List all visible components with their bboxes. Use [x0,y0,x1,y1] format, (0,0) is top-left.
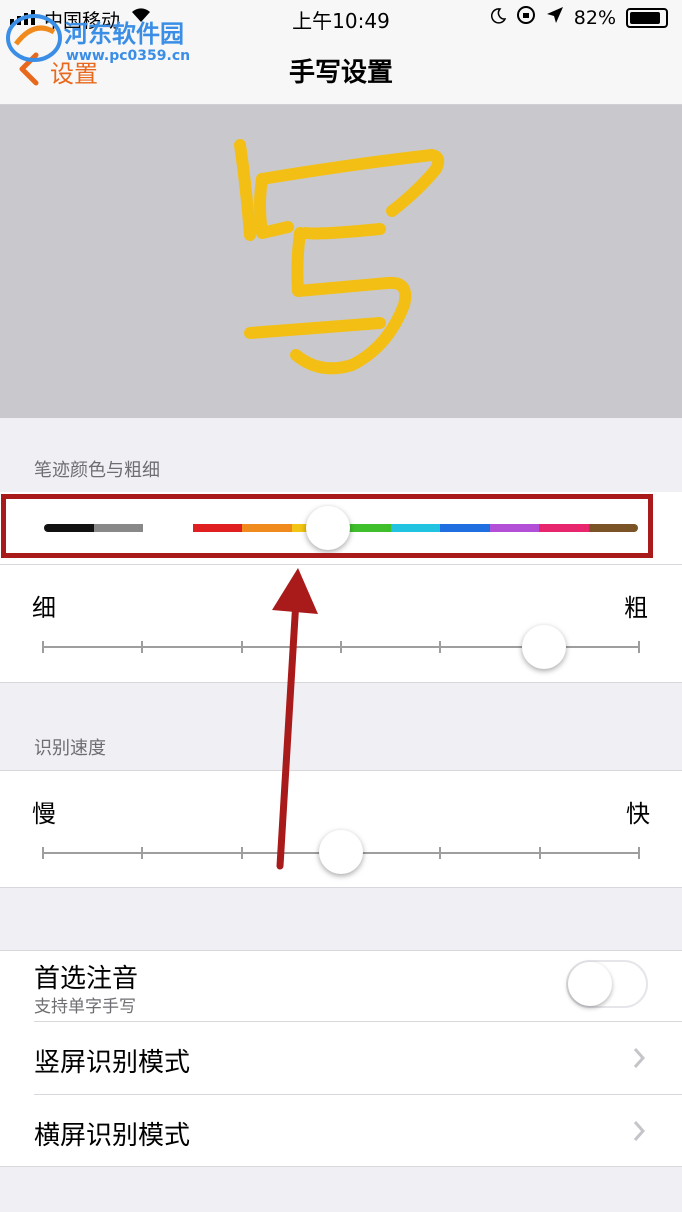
handwriting-preview [0,105,682,418]
thick-label: 粗 [624,594,648,622]
slider-tick [141,641,144,653]
annotation-highlight-box [1,494,653,558]
handwritten-character [234,139,445,375]
row-landscape-mode-title: 横屏识别模式 [34,1121,191,1151]
rotation-lock-icon [516,5,536,30]
watermark-url: www.pc0359.cn [66,48,191,64]
slider-tick [42,641,44,653]
slow-label: 慢 [32,800,56,828]
location-icon [546,6,564,29]
moon-icon [490,7,507,29]
speed-slider-knob[interactable] [319,830,363,874]
slider-tick [240,847,243,859]
thin-label: 细 [32,594,56,622]
stroke-section-header: 笔迹颜色与粗细 [34,460,160,481]
divider [0,682,682,683]
divider [0,950,682,951]
slider-tick [638,847,640,859]
slider-tick [439,641,442,653]
watermark-emblem-icon [6,14,62,62]
fast-label: 快 [626,800,650,828]
thickness-slider-knob[interactable] [521,625,566,669]
slider-tick [240,641,243,653]
row-portrait-mode-title: 竖屏识别模式 [34,1048,191,1078]
slider-tick [538,847,541,859]
row-portrait-mode[interactable]: 竖屏识别模式 [0,1022,682,1094]
battery-percent: 82% [573,6,616,29]
chevron-right-icon [632,1046,646,1074]
chevron-right-icon [632,1119,646,1147]
slider-tick [439,847,442,859]
slider-tick [42,847,44,859]
slider-tick [340,641,342,653]
pinyin-preference-toggle[interactable] [566,960,648,1008]
divider [0,770,682,771]
slider-tick [638,641,640,653]
slider-tick [141,847,144,859]
speed-section-header: 识别速度 [34,738,106,759]
battery-icon [626,7,668,28]
row-landscape-mode[interactable]: 横屏识别模式 [0,1095,682,1166]
watermark-logo: 河东软件园 www.pc0359.cn [4,10,214,66]
divider [0,1166,682,1167]
row-pinyin-preference-subtitle: 支持单字手写 [34,997,136,1017]
watermark-name: 河东软件园 [64,19,184,48]
row-pinyin-preference-title: 首选注音 [34,964,139,994]
divider [0,564,682,565]
divider [0,887,682,888]
